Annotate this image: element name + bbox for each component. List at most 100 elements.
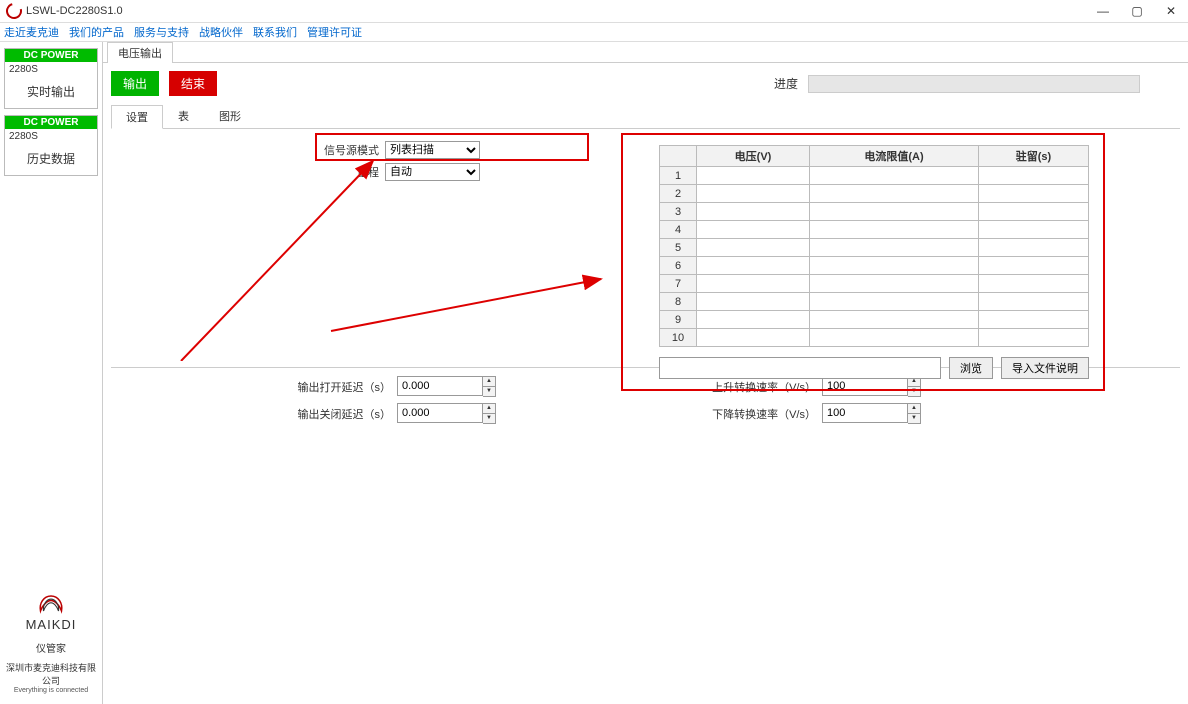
sidebar-card-history[interactable]: DC POWER 2280S 历史数据	[4, 115, 98, 176]
subtab-table[interactable]: 表	[163, 104, 204, 128]
maximize-button[interactable]: ▢	[1120, 0, 1154, 22]
sidebar-footer: MAIKDI 仪管家 深圳市麦克迪科技有限公司 Everything is co…	[4, 593, 98, 700]
table-row[interactable]: 7	[660, 275, 1089, 293]
menu-products[interactable]: 我们的产品	[69, 24, 124, 40]
row-number: 1	[660, 167, 697, 185]
cell-dwell[interactable]	[978, 293, 1088, 311]
sidebar-card-realtime[interactable]: DC POWER 2280S 实时输出	[4, 48, 98, 109]
left-config: 信号源模式 列表扫描 量程 自动	[321, 141, 480, 185]
cell-voltage[interactable]	[697, 203, 810, 221]
table-row[interactable]: 1	[660, 167, 1089, 185]
cell-voltage[interactable]	[697, 293, 810, 311]
table-row[interactable]: 9	[660, 311, 1089, 329]
subtab-chart[interactable]: 图形	[204, 104, 256, 128]
cell-current[interactable]	[810, 203, 979, 221]
cell-current[interactable]	[810, 311, 979, 329]
table-row[interactable]: 3	[660, 203, 1089, 221]
card-device: 2280S	[5, 129, 97, 144]
end-button[interactable]: 结束	[169, 71, 217, 96]
cell-voltage[interactable]	[697, 239, 810, 257]
minimize-button[interactable]: —	[1086, 0, 1120, 22]
range-select[interactable]: 自动	[385, 163, 480, 181]
content: 电压输出 输出 结束 进度 设置 表 图形 信号源模式 列表扫描 量程 自动	[103, 42, 1188, 704]
spinner-down-icon[interactable]: ▼	[908, 414, 920, 423]
table-row[interactable]: 10	[660, 329, 1089, 347]
cell-voltage[interactable]	[697, 311, 810, 329]
logo-icon	[36, 593, 66, 615]
table-row[interactable]: 2	[660, 185, 1089, 203]
spinner-up-icon[interactable]: ▲	[908, 404, 920, 414]
table-row[interactable]: 6	[660, 257, 1089, 275]
cell-current[interactable]	[810, 239, 979, 257]
spinner-down-icon[interactable]: ▼	[483, 387, 495, 396]
menu-license[interactable]: 管理许可证	[307, 24, 362, 40]
source-mode-label: 信号源模式	[321, 142, 379, 158]
cell-voltage[interactable]	[697, 167, 810, 185]
col-current: 电流限值(A)	[810, 146, 979, 167]
cell-voltage[interactable]	[697, 185, 810, 203]
cell-dwell[interactable]	[978, 239, 1088, 257]
cell-dwell[interactable]	[978, 221, 1088, 239]
fall-rate-input[interactable]	[822, 403, 908, 423]
brand-text: MAIKDI	[4, 617, 98, 632]
col-voltage: 电压(V)	[697, 146, 810, 167]
cell-dwell[interactable]	[978, 329, 1088, 347]
close-delay-input[interactable]	[397, 403, 483, 423]
cell-dwell[interactable]	[978, 185, 1088, 203]
cell-dwell[interactable]	[978, 167, 1088, 185]
card-title: 历史数据	[5, 144, 97, 175]
cell-current[interactable]	[810, 275, 979, 293]
progress-label: 进度	[774, 75, 798, 92]
open-delay-input[interactable]	[397, 376, 483, 396]
output-button[interactable]: 输出	[111, 71, 159, 96]
cell-current[interactable]	[810, 185, 979, 203]
table-row[interactable]: 8	[660, 293, 1089, 311]
cell-voltage[interactable]	[697, 257, 810, 275]
cell-voltage[interactable]	[697, 329, 810, 347]
sweep-table[interactable]: 电压(V) 电流限值(A) 驻留(s) 12345678910	[659, 145, 1089, 347]
row-number: 2	[660, 185, 697, 203]
table-row[interactable]: 4	[660, 221, 1089, 239]
menu-about[interactable]: 走近麦克迪	[4, 24, 59, 40]
menu-bar: 走近麦克迪 我们的产品 服务与支持 战略伙伴 联系我们 管理许可证	[0, 23, 1188, 42]
card-header: DC POWER	[5, 49, 97, 62]
file-path-input[interactable]	[659, 357, 941, 379]
app-icon	[3, 0, 25, 22]
cell-dwell[interactable]	[978, 203, 1088, 221]
spinner-up-icon[interactable]: ▲	[483, 377, 495, 387]
cell-current[interactable]	[810, 293, 979, 311]
close-delay-label: 输出关闭延迟（s）	[291, 406, 391, 422]
card-header: DC POWER	[5, 116, 97, 129]
menu-contact[interactable]: 联系我们	[253, 24, 297, 40]
row-number: 10	[660, 329, 697, 347]
table-row[interactable]: 5	[660, 239, 1089, 257]
row-number: 9	[660, 311, 697, 329]
close-button[interactable]: ✕	[1154, 0, 1188, 22]
sweep-table-box: 电压(V) 电流限值(A) 驻留(s) 12345678910 浏览 导入文件说…	[621, 133, 1105, 391]
browse-button[interactable]: 浏览	[949, 357, 993, 379]
cell-current[interactable]	[810, 257, 979, 275]
footer-sub: 仪管家	[4, 640, 98, 655]
col-dwell: 驻留(s)	[978, 146, 1088, 167]
cell-dwell[interactable]	[978, 257, 1088, 275]
source-mode-select[interactable]: 列表扫描	[385, 141, 480, 159]
cell-dwell[interactable]	[978, 275, 1088, 293]
row-number: 8	[660, 293, 697, 311]
import-desc-button[interactable]: 导入文件说明	[1001, 357, 1089, 379]
cell-current[interactable]	[810, 167, 979, 185]
cell-dwell[interactable]	[978, 311, 1088, 329]
cell-current[interactable]	[810, 221, 979, 239]
cell-voltage[interactable]	[697, 221, 810, 239]
fall-rate-label: 下降转换速率（V/s）	[696, 406, 816, 422]
subtab-settings[interactable]: 设置	[111, 105, 163, 129]
menu-support[interactable]: 服务与支持	[134, 24, 189, 40]
cell-voltage[interactable]	[697, 275, 810, 293]
cell-current[interactable]	[810, 329, 979, 347]
spinner-down-icon[interactable]: ▼	[483, 414, 495, 423]
config-area: 信号源模式 列表扫描 量程 自动 电压(V) 电流限值(A) 驻留(s) 1	[111, 141, 1180, 361]
spinner-up-icon[interactable]: ▲	[483, 404, 495, 414]
tab-voltage-output[interactable]: 电压输出	[107, 42, 173, 63]
action-row: 输出 结束 进度	[103, 63, 1188, 104]
card-device: 2280S	[5, 62, 97, 77]
menu-partners[interactable]: 战略伙伴	[199, 24, 243, 40]
